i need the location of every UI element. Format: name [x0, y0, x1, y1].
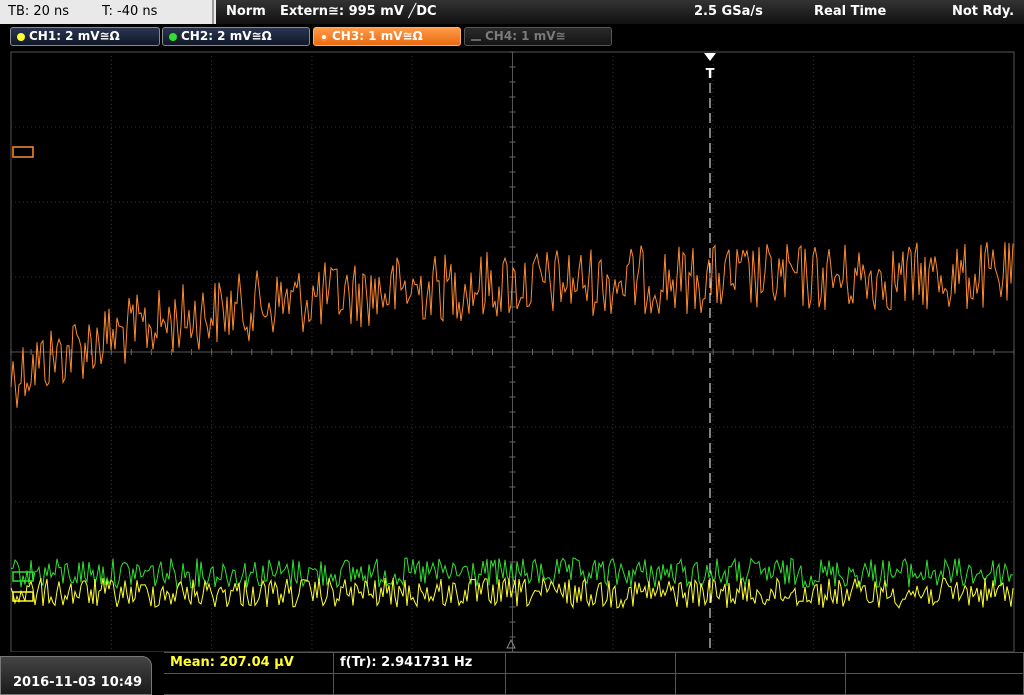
- measurement-table: Mean: 207.04 µV f(Tr): 2.941731 Hz: [164, 652, 1024, 695]
- trigger-status: Not Rdy.: [952, 4, 1015, 19]
- ch2-label: CH2: 2 mV≅Ω: [181, 29, 272, 43]
- trigger-source[interactable]: Extern≅: 995 mV ╱DC: [280, 0, 437, 24]
- channel-tab-ch3[interactable]: CH3: 1 mV≅Ω: [313, 27, 461, 46]
- measurement-slot-10[interactable]: [846, 674, 1024, 695]
- timebase-panel[interactable]: TB: 20 ns T: -40 ns: [0, 0, 214, 24]
- trigger-marker-label: T: [706, 67, 715, 82]
- ch3-indicator-icon: [320, 33, 328, 41]
- measurement-slot-9[interactable]: [676, 674, 846, 695]
- measurement-slot-6[interactable]: [164, 674, 334, 695]
- ch1-indicator-icon: [17, 33, 25, 41]
- datetime-display: 2016-11-03 10:49: [0, 656, 152, 695]
- bottom-bar: 2016-11-03 10:49 Mean: 207.04 µV f(Tr): …: [0, 652, 1024, 695]
- trigger-panel: Norm Extern≅: 995 mV ╱DC 2.5 GSa/s Real …: [216, 0, 1024, 24]
- ch4-label: CH4: 1 mV≅: [485, 29, 566, 43]
- channel-tab-ch4[interactable]: CH4: 1 mV≅: [464, 27, 612, 46]
- channel-tab-ch2[interactable]: CH2: 2 mV≅Ω: [162, 27, 310, 46]
- channel-tab-ch1[interactable]: CH1: 2 mV≅Ω: [10, 27, 160, 46]
- measurement-slot-7[interactable]: [334, 674, 506, 695]
- measurement-mean[interactable]: Mean: 207.04 µV: [164, 653, 334, 674]
- measurement-freq[interactable]: f(Tr): 2.941731 Hz: [334, 653, 506, 674]
- acquisition-mode: Real Time: [814, 4, 887, 19]
- sample-rate: 2.5 GSa/s: [694, 4, 763, 19]
- ch2-indicator-icon: [169, 33, 177, 41]
- ch3-label: CH3: 1 mV≅Ω: [332, 29, 423, 43]
- measurement-slot-8[interactable]: [506, 674, 676, 695]
- trigger-mode[interactable]: Norm: [226, 0, 266, 24]
- ch4-indicator-icon: [471, 39, 481, 41]
- datetime-text: 2016-11-03 10:49: [13, 675, 143, 690]
- trigger-offset-value[interactable]: T: -40 ns: [102, 0, 157, 24]
- timebase-value[interactable]: TB: 20 ns: [8, 0, 69, 24]
- measurement-slot-5[interactable]: [846, 653, 1024, 674]
- waveform-display[interactable]: T: [0, 48, 1024, 654]
- channel-tab-row: CH1: 2 mV≅Ω CH2: 2 mV≅Ω CH3: 1 mV≅Ω CH4:…: [0, 24, 1024, 48]
- measurement-slot-3[interactable]: [506, 653, 676, 674]
- ch1-label: CH1: 2 mV≅Ω: [29, 29, 120, 43]
- measurement-slot-4[interactable]: [676, 653, 846, 674]
- status-bar: TB: 20 ns T: -40 ns Norm Extern≅: 995 mV…: [0, 0, 1024, 24]
